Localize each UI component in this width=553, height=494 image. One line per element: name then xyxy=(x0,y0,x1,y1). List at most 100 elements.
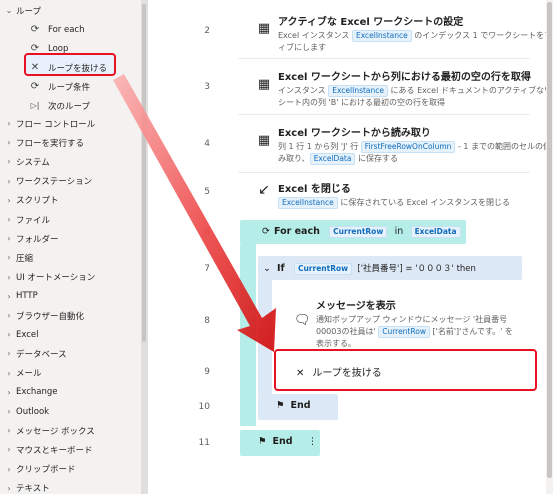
group-label: フローを実行する xyxy=(16,138,85,149)
chevron-right-icon: › xyxy=(7,330,11,340)
loop-icon: ⟳ xyxy=(262,226,270,237)
group-item[interactable]: › フローを実行する xyxy=(0,133,146,152)
flag-icon: ⚑ xyxy=(276,400,285,411)
chevron-right-icon: › xyxy=(7,426,11,436)
chevron-right-icon: › xyxy=(7,291,11,301)
exit-loop-row[interactable]: ✕ ループを抜ける xyxy=(296,364,382,379)
chevron-right-icon: › xyxy=(7,215,11,224)
action-loop-condition[interactable]: ⟳ ループ条件 xyxy=(0,77,146,96)
canvas-scrollbar-thumb[interactable] xyxy=(547,2,552,478)
sidebar-scrollbar-thumb[interactable] xyxy=(142,4,146,342)
next-loop-icon: ▷| xyxy=(30,101,40,110)
chevron-right-icon: › xyxy=(7,349,11,359)
group-item[interactable]: › テキスト xyxy=(0,479,146,494)
action-set-active-worksheet[interactable]: アクティブな Excel ワークシートの設定 Excel インスタンス Exce… xyxy=(278,13,553,54)
chevron-right-icon: › xyxy=(7,176,11,186)
excel-sheet-icon: ▦ xyxy=(257,21,271,36)
action-read-worksheet[interactable]: Excel ワークシートから読み取り 列 1 行 1 から列 'J' 行 Fir… xyxy=(278,124,553,165)
actions-panel: ⌄ ループ ⟳ For each ⟳ Loop ✕ ループを抜ける ⟳ ループ条… xyxy=(0,0,148,494)
line-number: 5 xyxy=(204,187,210,197)
group-loop[interactable]: ⌄ ループ xyxy=(0,1,146,20)
for-each-end-label[interactable]: ⚑ End ⋮ xyxy=(258,436,317,447)
variable-pill[interactable]: FirstFreeRowOnColumn xyxy=(360,141,456,153)
action-desc: インスタンス ExcelInstance にある Excel ドキュメントのアク… xyxy=(278,85,553,107)
close-icon: ✕ xyxy=(30,62,40,73)
if-rail xyxy=(258,280,272,394)
group-label: Exchange xyxy=(16,387,58,398)
group-label: Excel xyxy=(16,329,39,340)
more-options-icon[interactable]: ⋮ xyxy=(308,436,318,447)
action-label: For each xyxy=(48,24,85,35)
group-label: データベース xyxy=(16,349,67,360)
loop-icon: ⟳ xyxy=(30,24,40,35)
divider xyxy=(238,172,530,173)
in-keyword: in xyxy=(394,226,404,237)
group-item[interactable]: › ワークステーション xyxy=(0,172,146,191)
variable-pill[interactable]: ExcelInstance xyxy=(351,30,412,42)
action-desc: ExcelInstance に保存されている Excel インスタンスを閉じる xyxy=(278,197,553,209)
group-label: スクリプト xyxy=(16,196,59,207)
line-number: 3 xyxy=(204,82,210,92)
variable-pill[interactable]: ExcelInstance xyxy=(328,85,389,97)
group-item[interactable]: › ファイル xyxy=(0,210,146,229)
group-label: HTTP xyxy=(16,291,38,302)
variable-pill[interactable]: CurrentRow xyxy=(378,326,430,338)
action-exit-loop[interactable]: ✕ ループを抜ける xyxy=(0,58,146,77)
action-display-message[interactable]: メッセージを表示 通知ポップアップ ウィンドウにメッセージ '社員番号00003… xyxy=(316,297,516,350)
if-header[interactable]: ⌄ If CurrentRow ['社員番号'] = '０００３' then xyxy=(263,262,476,275)
line-number: 10 xyxy=(198,402,210,412)
group-label: ファイル xyxy=(16,215,51,226)
variable-pill[interactable]: ExcelData xyxy=(410,226,461,238)
action-for-each[interactable]: ⟳ For each xyxy=(0,20,146,39)
group-item[interactable]: › メール xyxy=(0,364,146,383)
group-item[interactable]: › データベース xyxy=(0,344,146,363)
group-item[interactable]: › Exchange xyxy=(0,383,146,402)
variable-pill[interactable]: CurrentRow xyxy=(329,226,388,238)
chevron-right-icon: › xyxy=(7,483,11,493)
variable-pill[interactable]: CurrentRow xyxy=(293,263,353,275)
if-condition: ['社員番号'] = '０００３' then xyxy=(357,264,476,274)
group-item[interactable]: › UI オートメーション xyxy=(0,268,146,287)
action-next-loop[interactable]: ▷| 次のループ xyxy=(0,96,146,115)
group-item[interactable]: › ブラウザー自動化 xyxy=(0,306,146,325)
chevron-right-icon: › xyxy=(7,195,11,205)
group-item[interactable]: › HTTP xyxy=(0,287,146,306)
group-item[interactable]: › マウスとキーボード xyxy=(0,440,146,459)
group-item[interactable]: › クリップボード xyxy=(0,460,146,479)
action-loop[interactable]: ⟳ Loop xyxy=(0,39,146,58)
divider xyxy=(238,114,530,115)
line-number: 6 xyxy=(204,228,210,238)
group-item[interactable]: › メッセージ ボックス xyxy=(0,421,146,440)
for-each-keyword: For each xyxy=(273,226,320,237)
chevron-down-icon: ⌄ xyxy=(5,6,13,15)
group-label: UI オートメーション xyxy=(16,273,96,284)
if-end-label[interactable]: ⚑ End xyxy=(276,400,311,411)
action-title: Excel ワークシートから列における最初の空の行を取得 xyxy=(278,72,531,83)
action-label: ループ条件 xyxy=(48,82,90,93)
chevron-right-icon: › xyxy=(7,119,11,128)
group-item[interactable]: › Excel xyxy=(0,325,146,344)
group-item[interactable]: › 圧縮 xyxy=(0,248,146,267)
group-item[interactable]: › フォルダー xyxy=(0,229,146,248)
variable-pill[interactable]: ExcelData xyxy=(309,153,356,165)
group-item[interactable]: › フロー コントロール xyxy=(0,114,146,133)
variable-pill[interactable]: ExcelInstance xyxy=(278,197,338,209)
action-get-first-empty-row[interactable]: Excel ワークシートから列における最初の空の行を取得 インスタンス Exce… xyxy=(278,68,553,109)
group-item[interactable]: › システム xyxy=(0,152,146,171)
group-label: メッセージ ボックス xyxy=(16,426,95,437)
action-label: Loop xyxy=(48,43,69,54)
action-close-excel[interactable]: Excel を閉じる ExcelInstance に保存されている Excel … xyxy=(278,180,553,209)
group-label: フォルダー xyxy=(16,234,59,245)
loop-icon: ⟳ xyxy=(30,43,40,54)
for-each-header[interactable]: ⟳ For each CurrentRow in ExcelData xyxy=(262,226,461,238)
action-title: Excel を閉じる xyxy=(278,184,351,195)
group-label: マウスとキーボード xyxy=(16,445,93,456)
group-item[interactable]: › Outlook xyxy=(0,402,146,421)
close-excel-icon: ↙ xyxy=(258,182,270,198)
chevron-right-icon: › xyxy=(7,253,11,263)
end-keyword: End xyxy=(272,436,293,447)
chevron-right-icon: › xyxy=(7,272,11,282)
action-title: Excel ワークシートから読み取り xyxy=(278,128,431,139)
group-item[interactable]: › スクリプト xyxy=(0,191,146,210)
group-label: フロー コントロール xyxy=(16,119,96,130)
